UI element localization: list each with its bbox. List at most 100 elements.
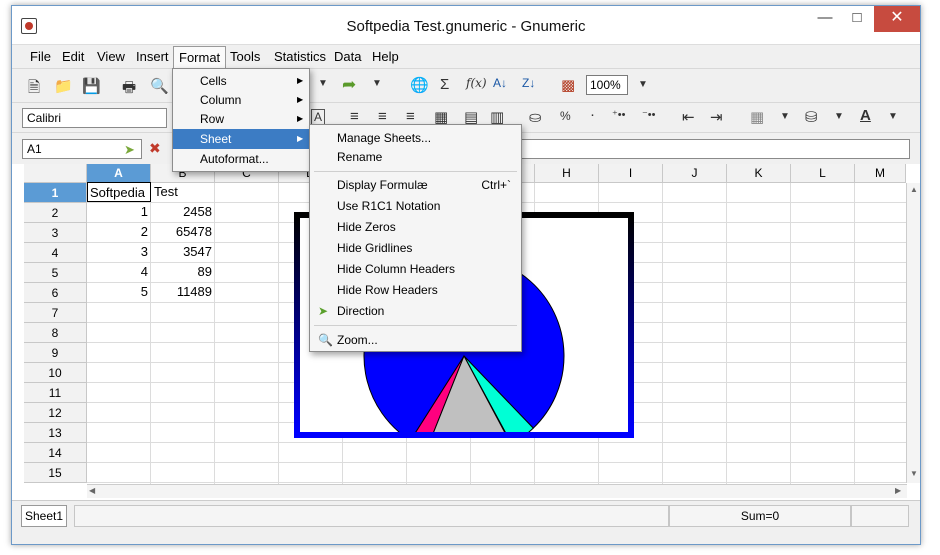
cell-a3[interactable]: 2 bbox=[87, 222, 151, 242]
row-header-1[interactable]: 1 bbox=[24, 183, 87, 203]
redo-icon[interactable]: ➦ bbox=[342, 75, 356, 95]
sheet-tab[interactable]: Sheet1 bbox=[21, 505, 67, 527]
menu-view[interactable]: View bbox=[97, 49, 125, 64]
cancel-x-icon[interactable]: ✖ bbox=[149, 140, 161, 157]
column-header-a[interactable]: A bbox=[87, 164, 151, 183]
fill-color-icon[interactable]: ⛁ bbox=[805, 108, 818, 126]
row-header-10[interactable]: 10 bbox=[24, 363, 87, 383]
decrease-decimals-icon[interactable]: ⁻•• bbox=[642, 108, 656, 121]
row-header-11[interactable]: 11 bbox=[24, 383, 87, 403]
menu-data[interactable]: Data bbox=[334, 49, 361, 64]
decrease-indent-icon[interactable]: ⇤ bbox=[682, 108, 695, 126]
percent-icon[interactable]: % bbox=[560, 109, 571, 123]
row-header-7[interactable]: 7 bbox=[24, 303, 87, 323]
cell-a2[interactable]: 1 bbox=[87, 202, 151, 222]
row-header-8[interactable]: 8 bbox=[24, 323, 87, 343]
scroll-right-icon[interactable]: ▶ bbox=[895, 486, 901, 495]
zoom-input[interactable]: 100% bbox=[586, 75, 628, 95]
font-color-icon[interactable]: A bbox=[860, 107, 871, 124]
increase-indent-icon[interactable]: ⇥ bbox=[710, 108, 723, 126]
insert-chart-icon[interactable]: ▩ bbox=[561, 76, 575, 94]
hyperlink-globe-icon[interactable]: 🌐 bbox=[410, 76, 429, 94]
sheet-menu-hide-column-headers[interactable]: Hide Column Headers bbox=[310, 259, 521, 279]
increase-decimals-icon[interactable]: ⁺•• bbox=[612, 108, 626, 121]
sheet-menu-direction[interactable]: ➤ Direction bbox=[310, 301, 521, 321]
sum-icon[interactable]: Σ bbox=[440, 76, 449, 93]
close-button[interactable]: ✕ bbox=[874, 6, 920, 32]
new-document-icon[interactable]: 🗎 bbox=[28, 77, 40, 102]
borders-dropdown-icon[interactable]: ▼ bbox=[780, 111, 790, 122]
column-header-h[interactable]: H bbox=[535, 164, 599, 183]
print-icon[interactable]: 🖶 bbox=[122, 77, 136, 102]
cell-b1[interactable]: Test bbox=[151, 182, 215, 202]
menu-format[interactable]: Format bbox=[173, 46, 227, 69]
font-name-input[interactable]: Calibri bbox=[22, 108, 167, 128]
row-header-4[interactable]: 4 bbox=[24, 243, 87, 263]
format-menu-column[interactable]: Column ▶ bbox=[173, 90, 309, 110]
save-icon[interactable]: 💾 bbox=[82, 77, 101, 95]
cell-b5[interactable]: 89 bbox=[151, 262, 215, 282]
align-left-icon[interactable]: ≡ bbox=[350, 108, 359, 125]
sheet-menu-hide-gridlines[interactable]: Hide Gridlines bbox=[310, 238, 521, 258]
menu-statistics[interactable]: Statistics bbox=[274, 49, 326, 64]
scroll-down-icon[interactable]: ▼ bbox=[910, 469, 918, 478]
borders-icon[interactable]: ▦ bbox=[750, 108, 764, 126]
cell-a5[interactable]: 4 bbox=[87, 262, 151, 282]
font-color-dropdown-icon[interactable]: ▼ bbox=[888, 111, 898, 122]
italic-a-icon[interactable]: A bbox=[311, 109, 326, 125]
zoom-dropdown-icon[interactable]: ▼ bbox=[638, 79, 648, 90]
column-header-l[interactable]: L bbox=[791, 164, 855, 183]
row-header-5[interactable]: 5 bbox=[24, 263, 87, 283]
column-header-m[interactable]: M bbox=[855, 164, 906, 183]
align-right-icon[interactable]: ≡ bbox=[406, 108, 415, 125]
row-header-12[interactable]: 12 bbox=[24, 403, 87, 423]
row-header-15[interactable]: 15 bbox=[24, 463, 87, 483]
cell-b2[interactable]: 2458 bbox=[151, 202, 215, 222]
column-header-k[interactable]: K bbox=[727, 164, 791, 183]
align-center-icon[interactable]: ≡ bbox=[378, 108, 387, 125]
sheet-menu-manage-sheets[interactable]: Manage Sheets... bbox=[310, 128, 521, 148]
select-all-corner[interactable] bbox=[24, 164, 87, 183]
sheet-menu-use-r1c1[interactable]: Use R1C1 Notation bbox=[310, 196, 521, 216]
cell-a6[interactable]: 5 bbox=[87, 282, 151, 302]
vertical-scrollbar[interactable]: ▲ ▼ bbox=[906, 183, 920, 483]
row-header-3[interactable]: 3 bbox=[24, 223, 87, 243]
sheet-menu-display-formulae[interactable]: Display Formulæ Ctrl+` bbox=[310, 175, 521, 195]
row-header-6[interactable]: 6 bbox=[24, 283, 87, 303]
horizontal-scrollbar[interactable]: ◀ ▶ bbox=[87, 484, 907, 498]
accept-arrow-icon[interactable]: ➤ bbox=[124, 142, 135, 158]
row-header-9[interactable]: 9 bbox=[24, 343, 87, 363]
currency-icon[interactable]: ⛀ bbox=[529, 108, 542, 126]
sort-descending-icon[interactable]: Z↓ bbox=[522, 76, 535, 90]
thousands-separator-icon[interactable]: · bbox=[590, 106, 595, 123]
sheet-menu-hide-zeros[interactable]: Hide Zeros bbox=[310, 217, 521, 237]
row-header-13[interactable]: 13 bbox=[24, 423, 87, 443]
menu-insert[interactable]: Insert bbox=[136, 49, 169, 64]
sheet-menu-zoom[interactable]: 🔍 Zoom... bbox=[310, 330, 521, 350]
function-icon[interactable]: f(x) bbox=[466, 76, 487, 90]
format-menu-cells[interactable]: Cells ▶ bbox=[173, 71, 309, 91]
column-header-j[interactable]: J bbox=[663, 164, 727, 183]
scroll-up-icon[interactable]: ▲ bbox=[910, 185, 918, 194]
row-header-14[interactable]: 14 bbox=[24, 443, 87, 463]
sort-ascending-icon[interactable]: A↓ bbox=[493, 76, 507, 90]
cell-a4[interactable]: 3 bbox=[87, 242, 151, 262]
minimize-button[interactable]: — bbox=[807, 6, 843, 32]
scroll-left-icon[interactable]: ◀ bbox=[89, 486, 95, 495]
redo-dropdown-icon[interactable]: ▼ bbox=[372, 78, 382, 89]
formula-input[interactable] bbox=[520, 139, 910, 159]
cell-b4[interactable]: 3547 bbox=[151, 242, 215, 262]
cell-b3[interactable]: 65478 bbox=[151, 222, 215, 242]
menu-tools[interactable]: Tools bbox=[230, 49, 260, 64]
cell-b6[interactable]: 11489 bbox=[151, 282, 215, 302]
maximize-button[interactable]: □ bbox=[839, 6, 875, 32]
sheet-menu-rename[interactable]: Rename bbox=[310, 147, 521, 167]
menu-help[interactable]: Help bbox=[372, 49, 399, 64]
print-preview-icon[interactable]: 🔍 bbox=[150, 77, 169, 95]
format-menu-sheet[interactable]: Sheet ▶ bbox=[173, 129, 309, 149]
open-folder-icon[interactable]: 📁 bbox=[54, 77, 73, 95]
column-header-i[interactable]: I bbox=[599, 164, 663, 183]
format-menu-autoformat[interactable]: Autoformat... bbox=[173, 149, 309, 169]
menu-edit[interactable]: Edit bbox=[62, 49, 84, 64]
sheet-menu-hide-row-headers[interactable]: Hide Row Headers bbox=[310, 280, 521, 300]
